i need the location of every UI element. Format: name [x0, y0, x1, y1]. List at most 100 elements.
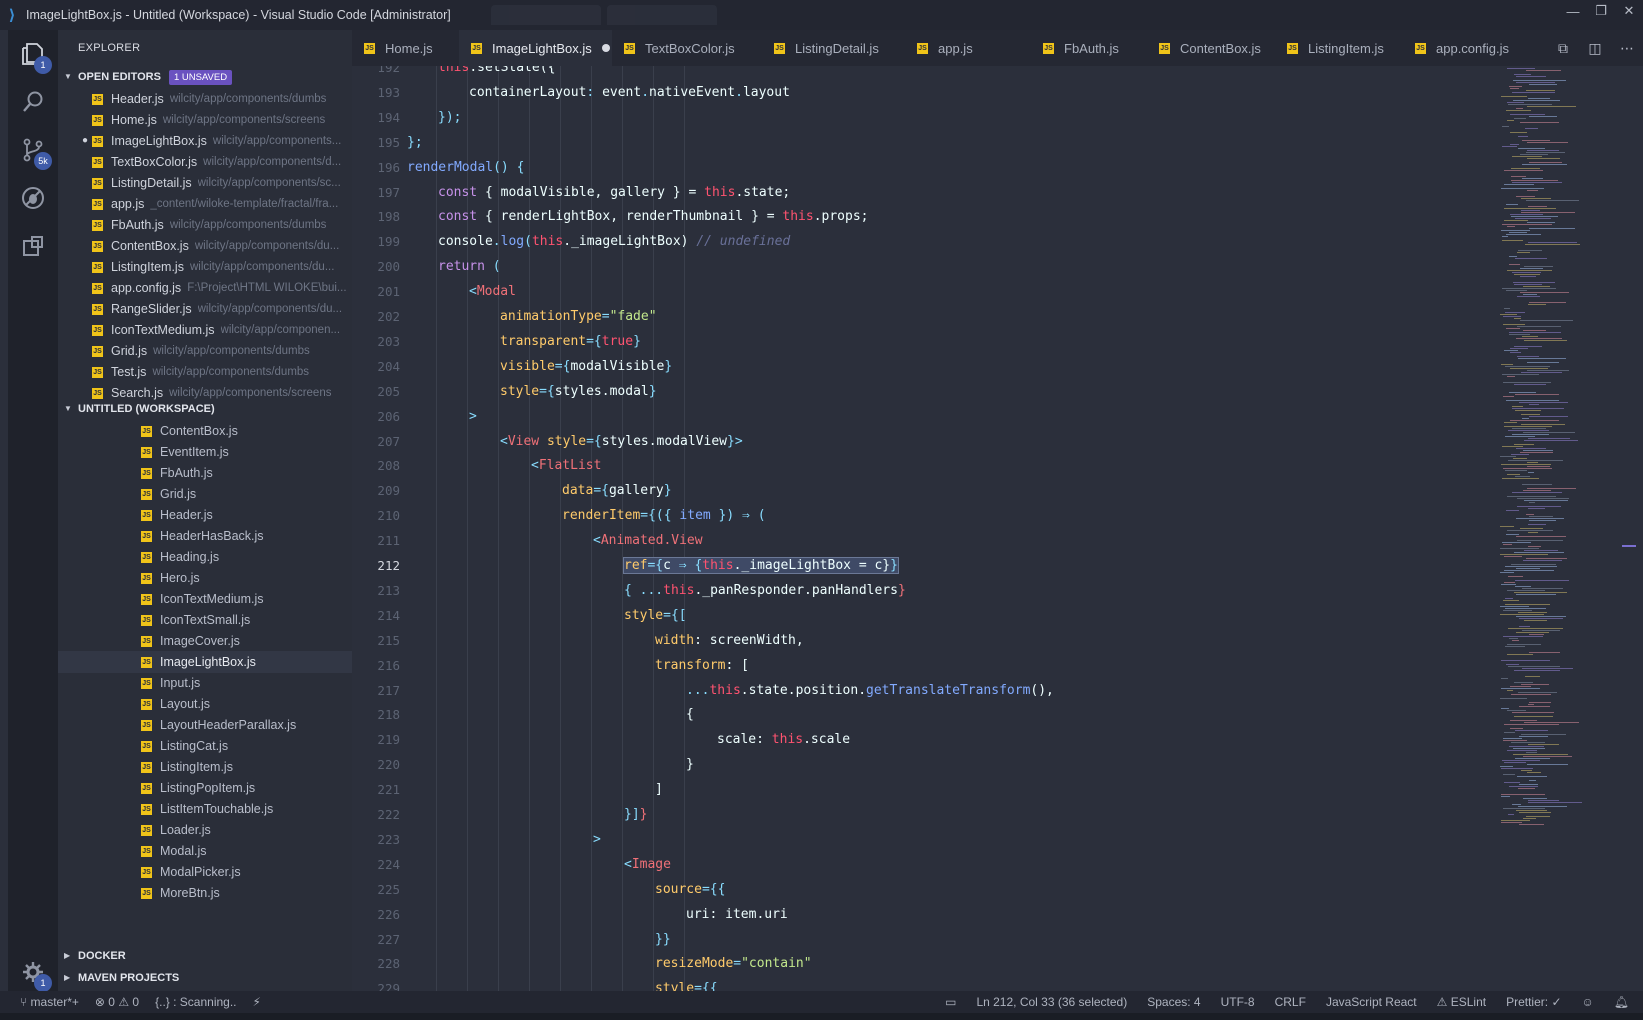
workspace-file-item[interactable]: JS Input.js — [58, 672, 352, 694]
workspace-file-item[interactable]: JS Grid.js — [58, 483, 352, 505]
minimap-line — [1518, 136, 1528, 137]
source-control-activity[interactable]: 5k — [8, 126, 58, 174]
eslint-status[interactable]: ⚠ ESLint — [1437, 995, 1486, 1009]
minimap-line — [1507, 530, 1553, 531]
workspace-section[interactable]: ▼ UNTITLED (WORKSPACE) — [58, 398, 352, 420]
open-editor-item[interactable]: JS IconTextMedium.js wilcity/app/componen.… — [58, 319, 352, 341]
workspace-file-item[interactable]: JS Modal.js — [58, 840, 352, 862]
close-button[interactable]: ✕ — [1615, 0, 1643, 22]
workspace-file-item[interactable]: JS FbAuth.js — [58, 462, 352, 484]
workspace-file-item[interactable]: JS IconTextSmall.js — [58, 609, 352, 631]
code-token: () { — [493, 159, 525, 175]
cursor-position[interactable]: Ln 212, Col 33 (36 selected) — [976, 995, 1127, 1009]
open-editor-item[interactable]: JS ContentBox.js wilcity/app/components/du… — [58, 235, 352, 257]
workspace-file-item[interactable]: JS MoreBtn.js — [58, 882, 352, 904]
minimap-line — [1506, 664, 1519, 665]
code-token: ={({ — [640, 508, 680, 524]
language-mode[interactable]: JavaScript React — [1326, 995, 1417, 1009]
code-line: style={styles.modal} — [500, 384, 657, 399]
open-editor-item[interactable]: JS ListingDetail.js wilcity/app/components… — [58, 172, 352, 194]
workspace-file-item[interactable]: JS HeaderHasBack.js — [58, 525, 352, 547]
workspace-file-item[interactable]: JS Layout.js — [58, 693, 352, 715]
minimap-line — [1522, 484, 1552, 485]
explorer-activity[interactable]: 1 — [8, 30, 58, 78]
workspace-file-item[interactable]: JS ImageCover.js — [58, 630, 352, 652]
tab-home-js[interactable]: JS Home.js — [352, 30, 459, 66]
notifications-bell-icon[interactable]: 🔔︎ — [1614, 995, 1629, 1009]
workspace-file-name: Input.js — [160, 676, 201, 690]
eol-status[interactable]: CRLF — [1275, 995, 1306, 1009]
open-editor-item[interactable]: JS Home.js wilcity/app/components/screens — [58, 109, 352, 131]
minimap-line — [1519, 706, 1550, 707]
debug-activity[interactable] — [8, 174, 58, 222]
tab-app-js[interactable]: JS app.js — [905, 30, 1031, 66]
js-file-icon: JS — [141, 698, 152, 710]
open-editor-item[interactable]: JS FbAuth.js wilcity/app/components/dumbs — [58, 214, 352, 236]
workspace-file-item[interactable]: JS ContentBox.js — [58, 420, 352, 442]
workspace-file-item[interactable]: JS Header.js — [58, 504, 352, 526]
search-activity[interactable] — [8, 78, 58, 126]
maximize-button[interactable]: ❐ — [1587, 0, 1615, 22]
open-editor-item[interactable]: JS app.config.js F:\Project\HTML WILOKE\bu… — [58, 277, 352, 299]
workspace-file-item[interactable]: JS ListingPopItem.js — [58, 777, 352, 799]
tab-textboxcolor-js[interactable]: JS TextBoxColor.js — [612, 30, 762, 66]
code-line: }; — [407, 135, 423, 150]
lightning-icon[interactable]: ⚡ — [253, 995, 261, 1009]
open-editors-section[interactable]: ▼ OPEN EDITORS 1 UNSAVED — [58, 66, 352, 88]
terminal-icon[interactable]: ▭ — [945, 995, 956, 1009]
workspace-file-item[interactable]: JS ListingItem.js — [58, 756, 352, 778]
open-editor-item[interactable]: JS RangeSlider.js wilcity/app/components/d… — [58, 298, 352, 320]
feedback-smiley-icon[interactable]: ☺ — [1582, 995, 1594, 1009]
code-token: event — [602, 84, 642, 100]
settings-activity[interactable]: 1 — [8, 948, 58, 996]
docker-section[interactable]: ▶ DOCKER — [58, 945, 352, 967]
workspace-file-item[interactable]: JS ModalPicker.js — [58, 861, 352, 883]
open-editor-item[interactable]: JS TextBoxColor.js wilcity/app/components/… — [58, 151, 352, 173]
code-token: renderItem — [562, 508, 641, 524]
tab-app-config-js[interactable]: JS app.config.js — [1403, 30, 1535, 66]
code-token: (), — [1030, 682, 1054, 698]
code-line: scale: this.scale — [717, 732, 850, 747]
open-editor-item[interactable]: ● JS ImageLightBox.js wilcity/app/component… — [58, 130, 352, 152]
chevron-right-icon: ▶ — [64, 951, 71, 960]
workspace-file-item[interactable]: JS ListingCat.js — [58, 735, 352, 757]
workspace-file-item[interactable]: JS IconTextMedium.js — [58, 588, 352, 610]
indentation-status[interactable]: Spaces: 4 — [1147, 995, 1200, 1009]
code-editor[interactable]: 192 this.setState({193 containerLayout: ev… — [352, 66, 1492, 1000]
maven-section[interactable]: ▶ MAVEN PROJECTS — [58, 967, 352, 989]
tab-listingdetail-js[interactable]: JS ListingDetail.js — [762, 30, 905, 66]
minimize-button[interactable]: — — [1559, 0, 1587, 22]
minimap-line — [1513, 458, 1527, 459]
open-editor-item[interactable]: JS Test.js wilcity/app/components/dumbs — [58, 361, 352, 383]
open-editor-item[interactable]: JS Header.js wilcity/app/components/dumbs — [58, 88, 352, 110]
tab-contentbox-js[interactable]: JS ContentBox.js — [1147, 30, 1275, 66]
encoding-status[interactable]: UTF-8 — [1221, 995, 1255, 1009]
open-editor-item[interactable]: JS app.js _content/wiloke-template/fractal… — [58, 193, 352, 215]
minimap[interactable] — [1492, 66, 1612, 1000]
workspace-file-item[interactable]: JS Hero.js — [58, 567, 352, 589]
prettier-status[interactable]: Prettier: ✓ — [1506, 995, 1561, 1009]
tab-imagelightbox-js[interactable]: JS ImageLightBox.js — [459, 30, 612, 66]
workspace-file-item[interactable]: JS ImageLightBox.js — [58, 651, 352, 673]
open-preview-icon[interactable]: ⧉ — [1547, 40, 1579, 57]
minimap-line — [1529, 416, 1568, 417]
minimap-line — [1510, 420, 1559, 421]
workspace-file-item[interactable]: JS EventItem.js — [58, 441, 352, 463]
more-actions-icon[interactable]: ⋯ — [1611, 40, 1643, 57]
git-branch-status[interactable]: ⑂ master*+ — [20, 995, 79, 1009]
problems-status[interactable]: ⊗ 0 ⚠ 0 — [95, 995, 139, 1009]
extensions-activity[interactable] — [8, 222, 58, 270]
split-editor-icon[interactable]: ◫ — [1579, 40, 1611, 57]
open-editor-item[interactable]: JS Grid.js wilcity/app/components/dumbs — [58, 340, 352, 362]
minimap-line — [1520, 154, 1548, 155]
tab-fbauth-js[interactable]: JS FbAuth.js — [1031, 30, 1147, 66]
code-token: } — [663, 483, 672, 499]
workspace-file-item[interactable]: JS Heading.js — [58, 546, 352, 568]
line-number: 219 — [377, 732, 400, 748]
workspace-file-item[interactable]: JS LayoutHeaderParallax.js — [58, 714, 352, 736]
minimap-line — [1507, 68, 1535, 69]
open-editor-item[interactable]: JS ListingItem.js wilcity/app/components/d… — [58, 256, 352, 278]
workspace-file-item[interactable]: JS Loader.js — [58, 819, 352, 841]
workspace-file-item[interactable]: JS ListItemTouchable.js — [58, 798, 352, 820]
tab-listingitem-js[interactable]: JS ListingItem.js — [1275, 30, 1403, 66]
